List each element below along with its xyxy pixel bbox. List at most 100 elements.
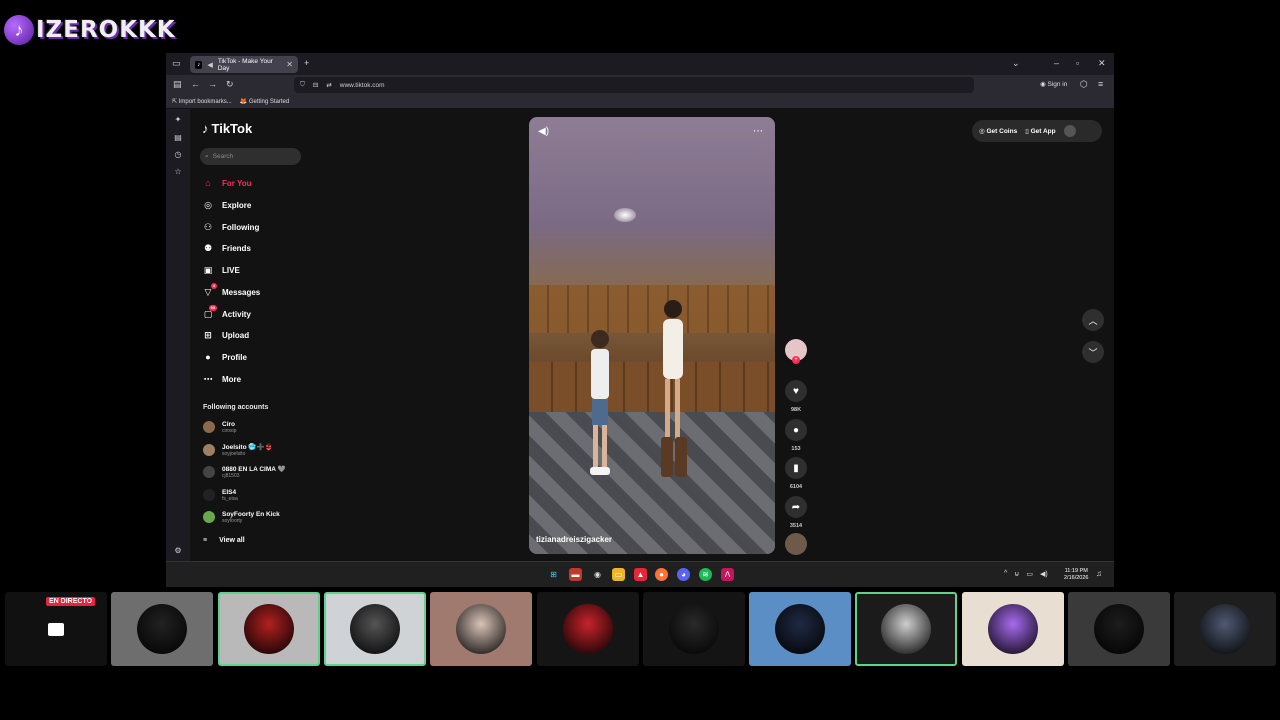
chevron-up-icon[interactable]: ^ [1004,570,1007,578]
microphone-icon[interactable]: ⊍ [1014,570,1019,578]
sign-in-button[interactable]: ◉ Sign in [1040,80,1067,88]
music-disc-button[interactable] [784,533,808,555]
tab-dropdown-icon[interactable]: ⌄ [1012,58,1020,69]
lock-icon[interactable]: ⊟ [313,81,318,89]
nav-live[interactable]: ▣ LIVE [203,263,240,277]
upload-icon: ⊞ [204,330,212,340]
notification-bell-icon[interactable]: ♫ [1096,569,1102,578]
back-icon[interactable]: ← [191,79,200,89]
participant-tile[interactable] [217,592,320,666]
shield-icon[interactable]: ⛉ [300,81,305,89]
close-window-icon[interactable]: ✕ [1098,58,1106,69]
mute-icon[interactable]: ◀) [538,126,549,137]
video-username[interactable]: tizianadreiszigacker [536,535,612,544]
tiktok-note-icon: ♪ [202,121,209,136]
following-account[interactable]: Joelsito 🥶➕👙 soyjoelsito [203,442,273,458]
bookmarks-icon[interactable]: ☆ [173,167,183,177]
next-video-button[interactable]: ﹀ [1082,341,1104,363]
firefox-icon[interactable]: ● [655,568,668,581]
save-button[interactable]: ▮ 6104 [784,457,808,490]
following-account[interactable]: EIS4 fs_eisa [203,487,238,503]
participant-tile[interactable] [642,592,745,666]
tab-close-icon[interactable]: ✕ [286,60,293,69]
tiktok-favicon-icon: ♪ [195,60,203,69]
discord-icon[interactable]: ◕ [677,568,690,581]
participant-tile[interactable] [536,592,639,666]
bookmark-import[interactable]: ⇱ Import bookmarks... [172,98,232,105]
permissions-icon[interactable]: ⇄ [326,81,331,89]
app-icon[interactable]: ▲ [634,568,647,581]
forward-icon[interactable]: → [208,79,217,89]
participant-avatar [562,604,613,654]
video-player[interactable]: ◀) ⋯ tizianadreiszigacker [529,117,775,554]
sidebar-settings-icon[interactable]: ⚙ [173,546,183,556]
get-app-button[interactable]: ▯ Get App [1025,127,1055,135]
nav-for-you[interactable]: ⌂ For You [203,176,251,190]
network-icon[interactable]: ▭ [1026,570,1033,578]
nav-friends[interactable]: ⚉ Friends [203,241,251,255]
nav-explore[interactable]: ◎ Explore [203,198,251,212]
app-icon[interactable]: ▬ [569,568,582,581]
nav-upload[interactable]: ⊞ Upload [203,328,249,342]
menu-icon[interactable]: ≡ [1098,79,1103,89]
participant-avatar [349,604,400,654]
tab-tiktok[interactable]: ♪ ◀ TikTok - Make Your Day ✕ [190,56,298,73]
sidebar-toggle-icon[interactable]: ▤ [173,79,182,90]
participant-avatar [775,604,826,654]
view-all-link[interactable]: ≡ View all [203,537,245,544]
nav-activity[interactable]: ▢ 99 Activity [203,305,251,321]
search-input[interactable]: ⌕ Search [200,148,301,165]
like-button[interactable]: ♥ 98K [784,380,808,413]
synced-tabs-icon[interactable]: ▤ [173,133,183,143]
app-icon[interactable]: Λ [721,568,734,581]
video-more-icon[interactable]: ⋯ [753,126,763,137]
spotify-icon[interactable]: ≋ [699,568,712,581]
participant-tile[interactable] [323,592,426,666]
minimize-icon[interactable]: – [1054,58,1059,68]
share-button[interactable]: ➦ 3514 [784,496,808,529]
participant-tile[interactable] [961,592,1064,666]
nav-messages[interactable]: ▽ 4 Messages [203,283,260,299]
new-tab-icon[interactable]: + [304,58,309,68]
windows-start-icon[interactable]: ⊞ [547,568,560,581]
creator-avatar-button[interactable]: + [784,339,808,364]
participant-tile[interactable] [1068,592,1170,666]
clock[interactable]: 11:19 PM 2/16/2026 [1064,568,1088,582]
comment-button[interactable]: ● 153 [784,419,808,452]
previous-video-button[interactable]: ︿ [1082,309,1104,331]
nav-following[interactable]: ⚇ Following [203,220,259,234]
history-icon[interactable]: ◷ [173,150,183,160]
follow-plus-icon[interactable]: + [792,356,800,364]
extensions-icon[interactable]: ⬡ [1080,79,1088,90]
participant-tile[interactable] [430,592,533,666]
user-avatar[interactable] [1063,125,1076,137]
browser-window: ▭ ♪ ◀ TikTok - Make Your Day ✕ + ⌄ – ▫ ✕… [166,53,1114,587]
list-icon: ≡ [203,537,208,544]
url-bar[interactable]: ⛉ ⊟ ⇄ www.tiktok.com [294,77,974,93]
tiktok-logo[interactable]: ♪ TikTok [202,121,252,136]
chevron-up-icon: ︿ [1088,315,1098,326]
following-account[interactable]: 0880 EN LA CIMA 🩶 cj81503 [203,464,286,480]
participant-tile[interactable] [1174,592,1277,666]
avatar [203,444,215,456]
following-account[interactable]: SoyFoorty En Kick soyfoorty [203,509,280,525]
bookmark-getting-started[interactable]: 🦊 Getting Started [240,98,290,105]
participant-avatar [881,604,932,654]
following-account[interactable]: Ciro cirosip [203,419,236,435]
more-icon: ⋯ [203,374,213,384]
get-coins-button[interactable]: ◎ Get Coins [979,127,1017,135]
participant-tile[interactable] [749,592,852,666]
ai-chat-icon[interactable]: ✦ [173,115,183,125]
obs-icon[interactable]: ◉ [591,568,604,581]
nav-more[interactable]: ⋯ More [203,372,242,386]
participant-tile[interactable] [111,592,214,666]
file-explorer-icon[interactable]: ▭ [612,568,625,581]
tab-list-icon[interactable]: ▭ [172,58,181,69]
maximize-icon[interactable]: ▫ [1076,58,1079,68]
following-accounts-title: Following accounts [203,404,269,411]
speaker-icon[interactable]: ◀ [207,61,212,69]
nav-profile[interactable]: ● Profile [203,350,247,364]
reload-icon[interactable]: ↻ [226,79,234,90]
participant-tile[interactable] [855,592,958,666]
volume-icon[interactable]: ◀) [1040,570,1048,578]
